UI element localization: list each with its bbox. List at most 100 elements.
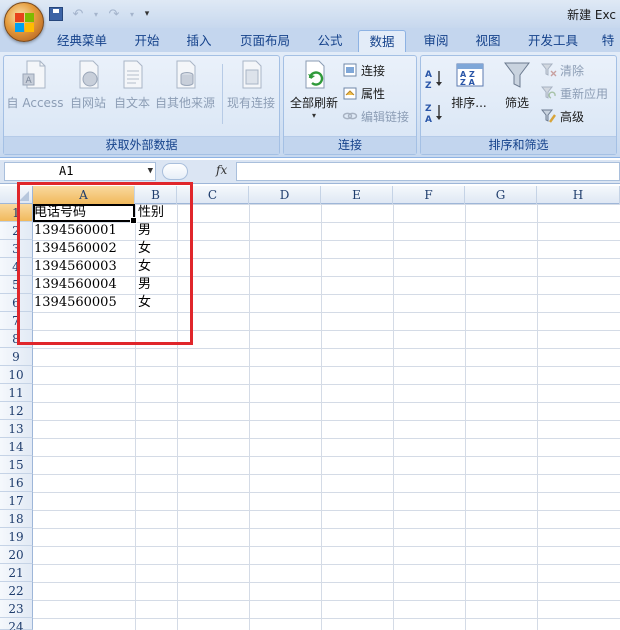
tab-data[interactable]: 数据: [358, 30, 406, 52]
filter-button[interactable]: 筛选: [499, 58, 535, 111]
name-box-dropdown-icon[interactable]: ▼: [148, 163, 153, 180]
sort-dialog-icon: A Z Z A: [456, 63, 484, 87]
row-header-22[interactable]: 22: [0, 582, 33, 600]
cell-b5[interactable]: 男: [135, 276, 177, 294]
cell-a2[interactable]: 1394560001: [33, 222, 135, 240]
row-header-20[interactable]: 20: [0, 546, 33, 564]
column-header-c[interactable]: C: [177, 186, 249, 204]
row-header-21[interactable]: 21: [0, 564, 33, 582]
row-header-16[interactable]: 16: [0, 474, 33, 492]
formula-bar: A1 ▼ fx: [0, 160, 620, 184]
from-other-sources-button[interactable]: 自其他来源: [152, 58, 218, 111]
from-text-button[interactable]: 自文本: [110, 58, 154, 111]
active-cell-cursor[interactable]: [33, 204, 137, 224]
row-header-1[interactable]: 1: [0, 204, 33, 222]
row-header-6[interactable]: 6: [0, 294, 33, 312]
separator: [222, 64, 223, 124]
column-header-f[interactable]: F: [393, 186, 465, 204]
column-header-b[interactable]: B: [135, 186, 177, 204]
insert-function-button[interactable]: fx: [216, 163, 227, 177]
advanced-button[interactable]: 高级: [541, 107, 584, 125]
refresh-dropdown-icon[interactable]: ▾: [286, 111, 342, 120]
row-header-17[interactable]: 17: [0, 492, 33, 510]
cell-b6[interactable]: 女: [135, 294, 177, 312]
cell-a4[interactable]: 1394560003: [33, 258, 135, 276]
tab-developer[interactable]: 开发工具: [520, 30, 586, 52]
clear-button[interactable]: 清除: [541, 61, 584, 79]
tab-review[interactable]: 审阅: [414, 30, 458, 52]
row-header-15[interactable]: 15: [0, 456, 33, 474]
row-header-4[interactable]: 4: [0, 258, 33, 276]
row-header-13[interactable]: 13: [0, 420, 33, 438]
refresh-all-button[interactable]: 全部刷新 ▾: [286, 58, 342, 120]
row-header-12[interactable]: 12: [0, 402, 33, 420]
tab-view[interactable]: 视图: [466, 30, 510, 52]
column-header-g[interactable]: G: [465, 186, 537, 204]
connections-button[interactable]: 连接: [342, 61, 385, 79]
row-header-9[interactable]: 9: [0, 348, 33, 366]
sort-button[interactable]: A Z Z A 排序...: [449, 58, 489, 111]
row-header-24[interactable]: 24: [0, 618, 33, 630]
cell-a5[interactable]: 1394560004: [33, 276, 135, 294]
tab-more[interactable]: 特: [596, 30, 620, 52]
office-button[interactable]: [4, 2, 44, 42]
sort-ascending-button[interactable]: AZ: [425, 68, 445, 90]
from-access-button[interactable]: A 自 Access: [6, 58, 64, 111]
row-header-23[interactable]: 23: [0, 600, 33, 618]
row-header-11[interactable]: 11: [0, 384, 33, 402]
column-header-e[interactable]: E: [321, 186, 393, 204]
row-header-19[interactable]: 19: [0, 528, 33, 546]
formula-input[interactable]: [236, 162, 620, 181]
worksheet-grid[interactable]: A B C D E F G H 1 2 3 4 5 6 7 8 9 10 11 …: [0, 186, 620, 630]
undo-icon[interactable]: ↶: [70, 6, 86, 22]
tab-formulas[interactable]: 公式: [308, 30, 352, 52]
row-header-3[interactable]: 3: [0, 240, 33, 258]
formula-bar-controls: fx: [160, 162, 234, 181]
customize-toolbar-icon[interactable]: ▾: [142, 6, 152, 22]
row-header-8[interactable]: 8: [0, 330, 33, 348]
sort-ascending-icon: AZ: [425, 68, 445, 90]
name-box[interactable]: A1 ▼: [4, 162, 156, 181]
clear-filter-icon: [541, 62, 557, 78]
tab-page-layout[interactable]: 页面布局: [232, 30, 298, 52]
redo-icon[interactable]: ↷: [106, 6, 122, 22]
edit-links-button[interactable]: 编辑链接: [342, 107, 409, 125]
properties-button[interactable]: 属性: [342, 84, 385, 102]
reapply-button[interactable]: 重新应用: [541, 84, 608, 102]
refresh-icon: [305, 60, 325, 89]
redo-dropdown-icon[interactable]: ▾: [128, 6, 136, 22]
cell-a3[interactable]: 1394560002: [33, 240, 135, 258]
cell-area[interactable]: 电话号码 性别 1394560001 男 1394560002 女 139456…: [33, 204, 620, 630]
cell-b2[interactable]: 男: [135, 222, 177, 240]
cell-b3[interactable]: 女: [135, 240, 177, 258]
sort-descending-button[interactable]: ZA: [425, 104, 445, 124]
advanced-label: 高级: [560, 109, 585, 124]
row-header-7[interactable]: 7: [0, 312, 33, 330]
tab-home[interactable]: 开始: [126, 30, 168, 52]
select-all-button[interactable]: [0, 186, 33, 204]
save-button[interactable]: [48, 6, 64, 22]
row-header-14[interactable]: 14: [0, 438, 33, 456]
column-header-h[interactable]: H: [537, 186, 620, 204]
web-icon: [79, 60, 99, 89]
column-header-a[interactable]: A: [33, 186, 135, 204]
existing-connections-button[interactable]: 现有连接: [224, 58, 278, 111]
row-header-5[interactable]: 5: [0, 276, 33, 294]
group-sort-filter: AZ ZA A Z Z A 排序... 筛选 清除 重新应用 高级 排序和筛选: [420, 55, 617, 155]
from-web-button[interactable]: 自网站: [66, 58, 110, 111]
row-header-2[interactable]: 2: [0, 222, 33, 240]
group-label-connections: 连接: [284, 136, 416, 154]
office-logo-icon: [15, 13, 35, 33]
cell-b1[interactable]: 性别: [135, 204, 177, 222]
filter-funnel-icon: [504, 62, 530, 88]
row-header-10[interactable]: 10: [0, 366, 33, 384]
tab-classic-menu[interactable]: 经典菜单: [48, 30, 116, 52]
connections-icon: [342, 62, 358, 78]
column-header-d[interactable]: D: [249, 186, 321, 204]
row-header-18[interactable]: 18: [0, 510, 33, 528]
undo-dropdown-icon[interactable]: ▾: [92, 6, 100, 22]
tab-insert[interactable]: 插入: [178, 30, 220, 52]
cell-b4[interactable]: 女: [135, 258, 177, 276]
expand-formula-bar-icon[interactable]: [162, 163, 188, 180]
cell-a6[interactable]: 1394560005: [33, 294, 135, 312]
